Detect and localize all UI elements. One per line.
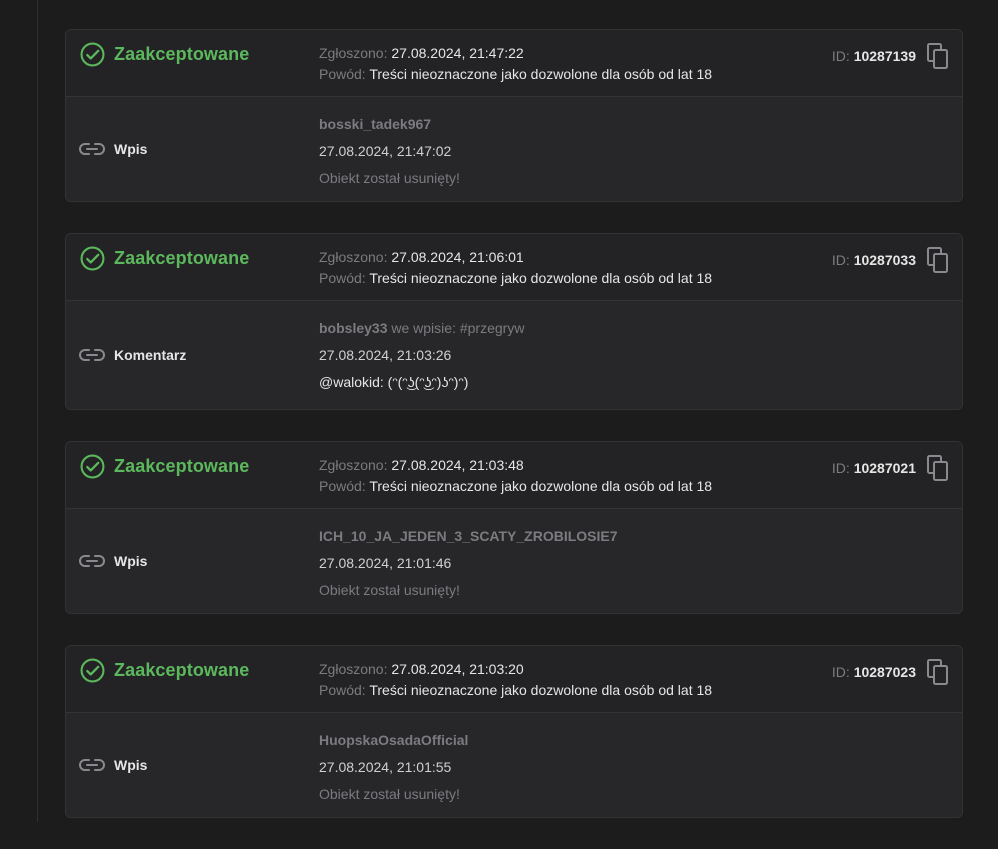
status: Zaakceptowane bbox=[80, 454, 249, 479]
id-value: 10287021 bbox=[853, 460, 916, 476]
report-list: Zaakceptowane Zgłoszono: 27.08.2024, 21:… bbox=[65, 29, 963, 849]
copy-icon[interactable] bbox=[926, 658, 950, 686]
object-date: 27.08.2024, 21:01:55 bbox=[319, 759, 452, 775]
report-header: Zaakceptowane Zgłoszono: 27.08.2024, 21:… bbox=[66, 30, 962, 97]
reason-label: Powód: bbox=[319, 682, 366, 698]
report-body: Wpis bosski_tadek967 27.08.2024, 21:47:0… bbox=[66, 97, 962, 201]
status-label: Zaakceptowane bbox=[114, 44, 250, 64]
author-name[interactable]: HuopskaOsadaOfficial bbox=[319, 732, 468, 748]
link-icon bbox=[79, 349, 105, 361]
report-meta: Zgłoszono: 27.08.2024, 21:06:01 Powód: T… bbox=[319, 247, 712, 289]
id-label: ID: bbox=[831, 664, 850, 680]
report-header: Zaakceptowane Zgłoszono: 27.08.2024, 21:… bbox=[66, 442, 962, 509]
reason-text: Treści nieoznaczone jako dozwolone dla o… bbox=[369, 478, 713, 494]
status-label: Zaakceptowane bbox=[114, 248, 250, 268]
status: Zaakceptowane bbox=[80, 658, 249, 683]
reason-label: Powód: bbox=[319, 66, 366, 82]
object-type: Wpis bbox=[79, 757, 147, 773]
status-label: Zaakceptowane bbox=[114, 660, 250, 680]
status-label: Zaakceptowane bbox=[114, 456, 250, 476]
object-date: 27.08.2024, 21:47:02 bbox=[319, 143, 452, 159]
reported-date: 27.08.2024, 21:06:01 bbox=[391, 249, 524, 265]
object-text: Obiekt został usunięty! bbox=[319, 170, 460, 186]
object-content: ICH_10_JA_JEDEN_3_SCATY_ZROBILOSIE7 27.0… bbox=[319, 527, 618, 608]
id-value: 10287023 bbox=[853, 664, 916, 680]
reported-date: 27.08.2024, 21:03:20 bbox=[391, 661, 524, 677]
check-circle-icon bbox=[80, 658, 105, 683]
object-type-label[interactable]: Wpis bbox=[114, 553, 147, 569]
id-label: ID: bbox=[831, 252, 850, 268]
report-meta: Zgłoszono: 27.08.2024, 21:47:22 Powód: T… bbox=[319, 43, 712, 85]
id-label: ID: bbox=[831, 460, 850, 476]
object-type-label[interactable]: Wpis bbox=[114, 141, 147, 157]
reason-text: Treści nieoznaczone jako dozwolone dla o… bbox=[369, 682, 713, 698]
reason-label: Powód: bbox=[319, 478, 366, 494]
object-type-label[interactable]: Wpis bbox=[114, 757, 147, 773]
object-type-label[interactable]: Komentarz bbox=[114, 347, 186, 363]
report-id: ID: 10287023 bbox=[832, 658, 950, 686]
check-circle-icon bbox=[80, 42, 105, 67]
reported-label: Zgłoszono: bbox=[319, 457, 388, 473]
reported-date: 27.08.2024, 21:03:48 bbox=[391, 457, 524, 473]
reason-label: Powód: bbox=[319, 270, 366, 286]
check-circle-icon bbox=[80, 246, 105, 271]
report-meta: Zgłoszono: 27.08.2024, 21:03:48 Powód: T… bbox=[319, 455, 712, 497]
report-id: ID: 10287139 bbox=[832, 42, 950, 70]
object-type: Komentarz bbox=[79, 347, 186, 363]
object-content: bobsley33 we wpisie: #przegryw 27.08.202… bbox=[319, 319, 524, 400]
link-icon bbox=[79, 143, 105, 155]
report-meta: Zgłoszono: 27.08.2024, 21:03:20 Powód: T… bbox=[319, 659, 712, 701]
copy-icon[interactable] bbox=[926, 246, 950, 274]
id-label: ID: bbox=[831, 48, 850, 64]
object-text: @walokid: (ᵔ(ᵔ͜ʖ(ᵔ͜ʖᵔ)ʖᵔ)ᵔ) bbox=[319, 374, 469, 390]
object-date: 27.08.2024, 21:03:26 bbox=[319, 347, 452, 363]
object-text: Obiekt został usunięty! bbox=[319, 582, 460, 598]
report-card: Zaakceptowane Zgłoszono: 27.08.2024, 21:… bbox=[65, 441, 963, 614]
report-body: Wpis ICH_10_JA_JEDEN_3_SCATY_ZROBILOSIE7… bbox=[66, 509, 962, 613]
copy-icon[interactable] bbox=[926, 42, 950, 70]
author-name[interactable]: ICH_10_JA_JEDEN_3_SCATY_ZROBILOSIE7 bbox=[319, 528, 618, 544]
status: Zaakceptowane bbox=[80, 42, 249, 67]
left-sidebar-rail bbox=[0, 0, 38, 822]
object-date: 27.08.2024, 21:01:46 bbox=[319, 555, 452, 571]
object-type: Wpis bbox=[79, 141, 147, 157]
report-card: Zaakceptowane Zgłoszono: 27.08.2024, 21:… bbox=[65, 29, 963, 202]
status: Zaakceptowane bbox=[80, 246, 249, 271]
reported-label: Zgłoszono: bbox=[319, 661, 388, 677]
reason-text: Treści nieoznaczone jako dozwolone dla o… bbox=[369, 66, 713, 82]
check-circle-icon bbox=[80, 454, 105, 479]
report-body: Komentarz bobsley33 we wpisie: #przegryw… bbox=[66, 301, 962, 409]
copy-icon[interactable] bbox=[926, 454, 950, 482]
object-type: Wpis bbox=[79, 553, 147, 569]
report-card: Zaakceptowane Zgłoszono: 27.08.2024, 21:… bbox=[65, 645, 963, 818]
author-name[interactable]: bobsley33 bbox=[319, 320, 387, 336]
reported-date: 27.08.2024, 21:47:22 bbox=[391, 45, 524, 61]
object-text: Obiekt został usunięty! bbox=[319, 786, 460, 802]
reported-label: Zgłoszono: bbox=[319, 45, 388, 61]
report-header: Zaakceptowane Zgłoszono: 27.08.2024, 21:… bbox=[66, 646, 962, 713]
link-icon bbox=[79, 759, 105, 771]
report-header: Zaakceptowane Zgłoszono: 27.08.2024, 21:… bbox=[66, 234, 962, 301]
object-content: bosski_tadek967 27.08.2024, 21:47:02 Obi… bbox=[319, 115, 460, 196]
author-context[interactable]: we wpisie: #przegryw bbox=[391, 320, 524, 336]
reason-text: Treści nieoznaczone jako dozwolone dla o… bbox=[369, 270, 713, 286]
reported-label: Zgłoszono: bbox=[319, 249, 388, 265]
report-body: Wpis HuopskaOsadaOfficial 27.08.2024, 21… bbox=[66, 713, 962, 817]
id-value: 10287033 bbox=[853, 252, 916, 268]
report-id: ID: 10287021 bbox=[832, 454, 950, 482]
author-name[interactable]: bosski_tadek967 bbox=[319, 116, 431, 132]
report-card: Zaakceptowane Zgłoszono: 27.08.2024, 21:… bbox=[65, 233, 963, 410]
report-id: ID: 10287033 bbox=[832, 246, 950, 274]
object-content: HuopskaOsadaOfficial 27.08.2024, 21:01:5… bbox=[319, 731, 468, 812]
link-icon bbox=[79, 555, 105, 567]
id-value: 10287139 bbox=[853, 48, 916, 64]
